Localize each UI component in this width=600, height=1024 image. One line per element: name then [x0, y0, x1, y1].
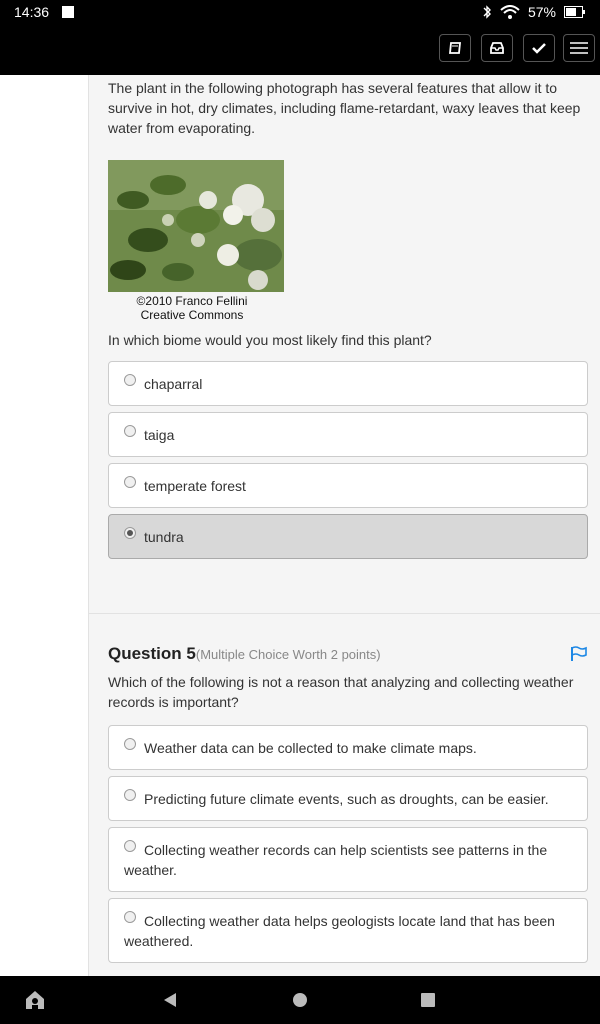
- answer-option-tundra[interactable]: tundra: [108, 514, 588, 559]
- caption-license: Creative Commons: [140, 308, 244, 322]
- status-bar: 14:36 57%: [0, 0, 600, 24]
- battery-icon: [564, 6, 585, 18]
- check-icon: [532, 43, 546, 54]
- option-label: Weather data can be collected to make cl…: [144, 740, 477, 756]
- inbox-button[interactable]: [481, 34, 513, 62]
- question-card-5: Question 5(Multiple Choice Worth 2 point…: [88, 613, 600, 976]
- quiz-content[interactable]: The plant in the following photograph ha…: [0, 75, 600, 976]
- flag-icon: [571, 646, 587, 661]
- book-button[interactable]: [439, 34, 471, 62]
- caption-copyright: ©2010 Franco Fellini: [136, 294, 248, 308]
- question-points: (Multiple Choice Worth 2 points): [195, 647, 381, 662]
- answer-option-taiga[interactable]: taiga: [108, 412, 588, 457]
- answer-option-chaparral[interactable]: chaparral: [108, 361, 588, 406]
- answer-option-2[interactable]: Predicting future climate events, such a…: [108, 776, 588, 821]
- book-icon: [449, 42, 461, 54]
- question-number: Question 5: [108, 644, 196, 663]
- menu-icon: [570, 42, 588, 54]
- menu-button[interactable]: [563, 34, 595, 62]
- option-label: chaparral: [144, 376, 203, 392]
- wifi-icon: [500, 5, 520, 19]
- bluetooth-icon: [483, 5, 491, 19]
- photo-caption: ©2010 Franco Fellini Creative Commons: [108, 294, 276, 322]
- question-card-4: The plant in the following photograph ha…: [88, 75, 600, 668]
- app-toolbar: [0, 24, 600, 75]
- question-intro: The plant in the following photograph ha…: [108, 80, 581, 136]
- answer-option-1[interactable]: Weather data can be collected to make cl…: [108, 725, 588, 770]
- status-time: 14:36: [14, 4, 50, 20]
- system-nav-bar: [0, 976, 600, 1024]
- answer-option-temperate-forest[interactable]: temperate forest: [108, 463, 588, 508]
- option-label: tundra: [144, 529, 184, 545]
- question-prompt: In which biome would you most likely fin…: [108, 332, 432, 348]
- notification-icon: [62, 6, 74, 18]
- battery-percent: 57%: [527, 4, 556, 20]
- home-icon[interactable]: [292, 992, 308, 1008]
- option-label: Predicting future climate events, such a…: [144, 791, 549, 807]
- question-title: Question 5(Multiple Choice Worth 2 point…: [108, 644, 381, 664]
- submit-check-button[interactable]: [523, 34, 555, 62]
- flag-button[interactable]: [570, 646, 588, 667]
- answer-option-3[interactable]: Collecting weather records can help scie…: [108, 827, 588, 892]
- back-icon[interactable]: [162, 992, 178, 1008]
- plant-photo: [108, 160, 284, 292]
- option-label: Collecting weather data helps geologists…: [124, 913, 555, 949]
- question-prompt: Which of the following is not a reason t…: [108, 674, 574, 710]
- recents-icon[interactable]: [421, 993, 435, 1007]
- option-label: temperate forest: [144, 478, 246, 494]
- home-launcher-icon[interactable]: [24, 990, 46, 1010]
- answer-option-4[interactable]: Collecting weather data helps geologists…: [108, 898, 588, 963]
- option-label: taiga: [144, 427, 175, 443]
- option-label: Collecting weather records can help scie…: [124, 842, 548, 878]
- inbox-icon: [490, 42, 504, 54]
